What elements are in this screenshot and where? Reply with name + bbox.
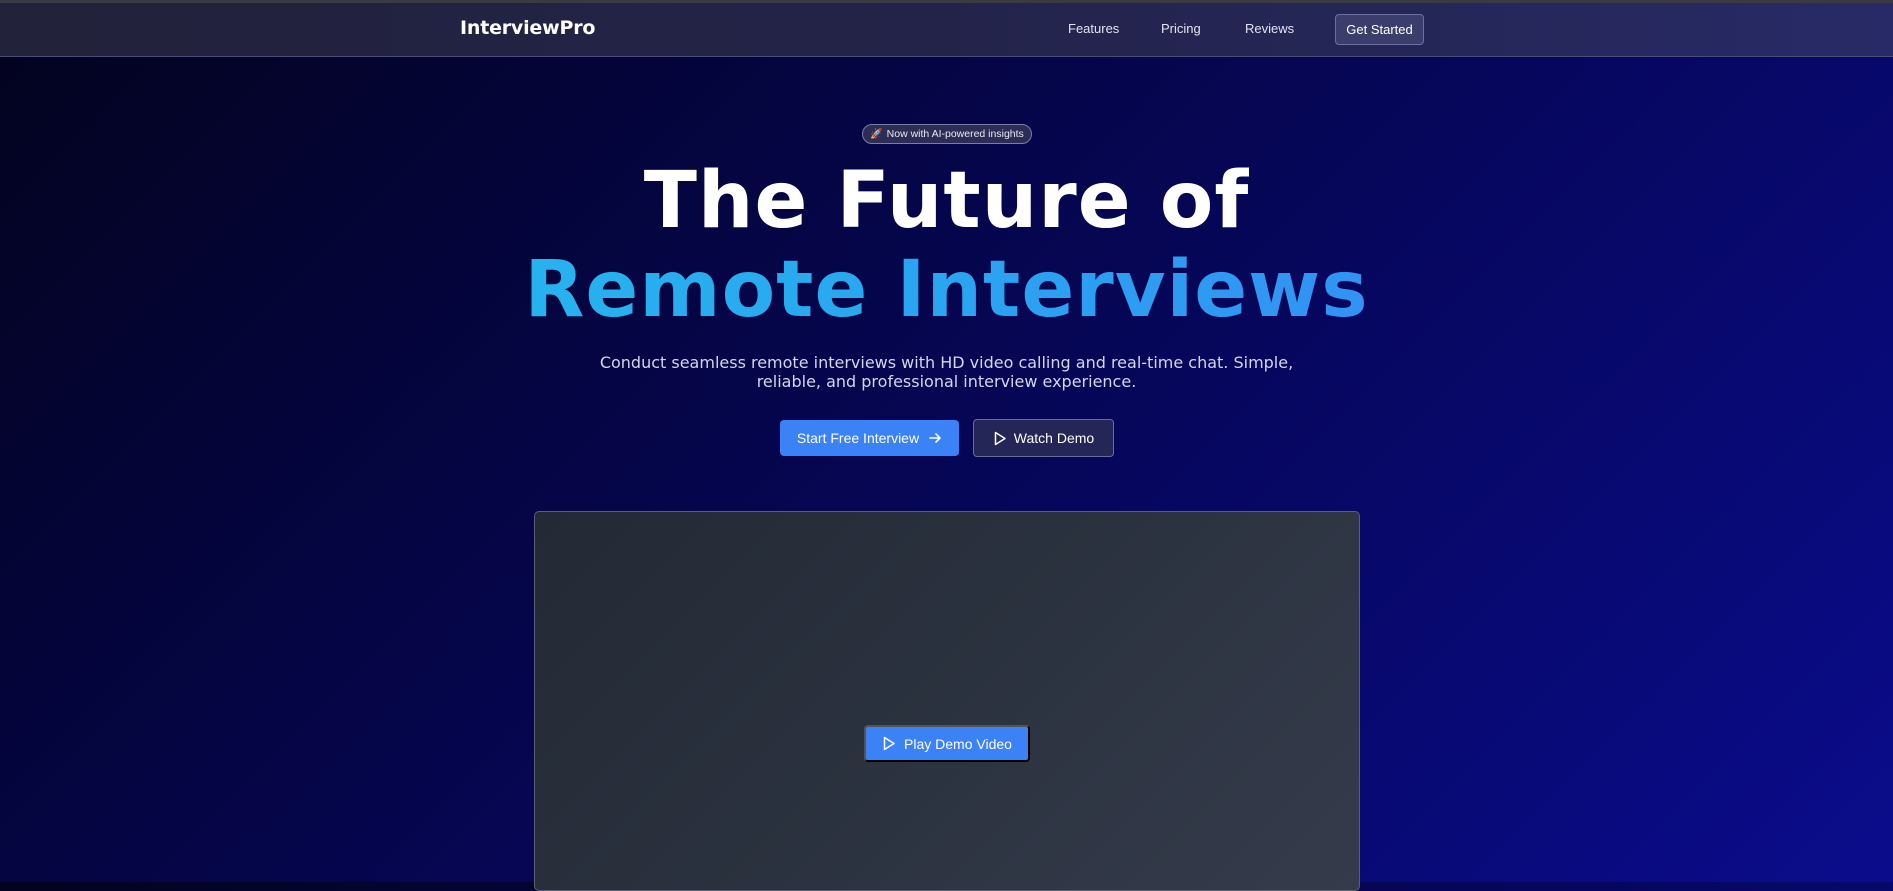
- get-started-button[interactable]: Get Started: [1335, 14, 1424, 45]
- arrow-right-icon: [928, 431, 942, 445]
- nav-link-features[interactable]: Features: [1068, 21, 1119, 36]
- play-demo-video-label: Play Demo Video: [904, 735, 1012, 752]
- hero-headline-line1: The Future of: [643, 156, 1250, 246]
- announcement-badge: 🚀 Now with AI-powered insights: [862, 124, 1032, 144]
- demo-video-panel[interactable]: [534, 511, 1360, 891]
- start-free-interview-button[interactable]: Start Free Interview: [780, 420, 959, 456]
- brand-logo[interactable]: InterviewPro: [460, 17, 595, 39]
- start-free-interview-label: Start Free Interview: [796, 430, 920, 446]
- hero-subtitle: Conduct seamless remote interviews with …: [599, 353, 1294, 391]
- hero-headline-line2: Remote Interviews: [0, 251, 1893, 329]
- play-icon: [882, 736, 896, 751]
- navbar: InterviewPro Features Pricing Reviews Ge…: [0, 3, 1893, 57]
- badge-text: Now with AI-powered insights: [886, 128, 1024, 140]
- watch-demo-label: Watch Demo: [1013, 430, 1095, 446]
- rocket-icon: 🚀: [870, 128, 883, 140]
- watch-demo-button[interactable]: Watch Demo: [973, 419, 1114, 457]
- play-icon: [993, 431, 1007, 446]
- play-demo-video-button[interactable]: Play Demo Video: [864, 725, 1030, 762]
- nav-link-reviews[interactable]: Reviews: [1245, 21, 1294, 36]
- nav-link-pricing[interactable]: Pricing: [1161, 21, 1201, 36]
